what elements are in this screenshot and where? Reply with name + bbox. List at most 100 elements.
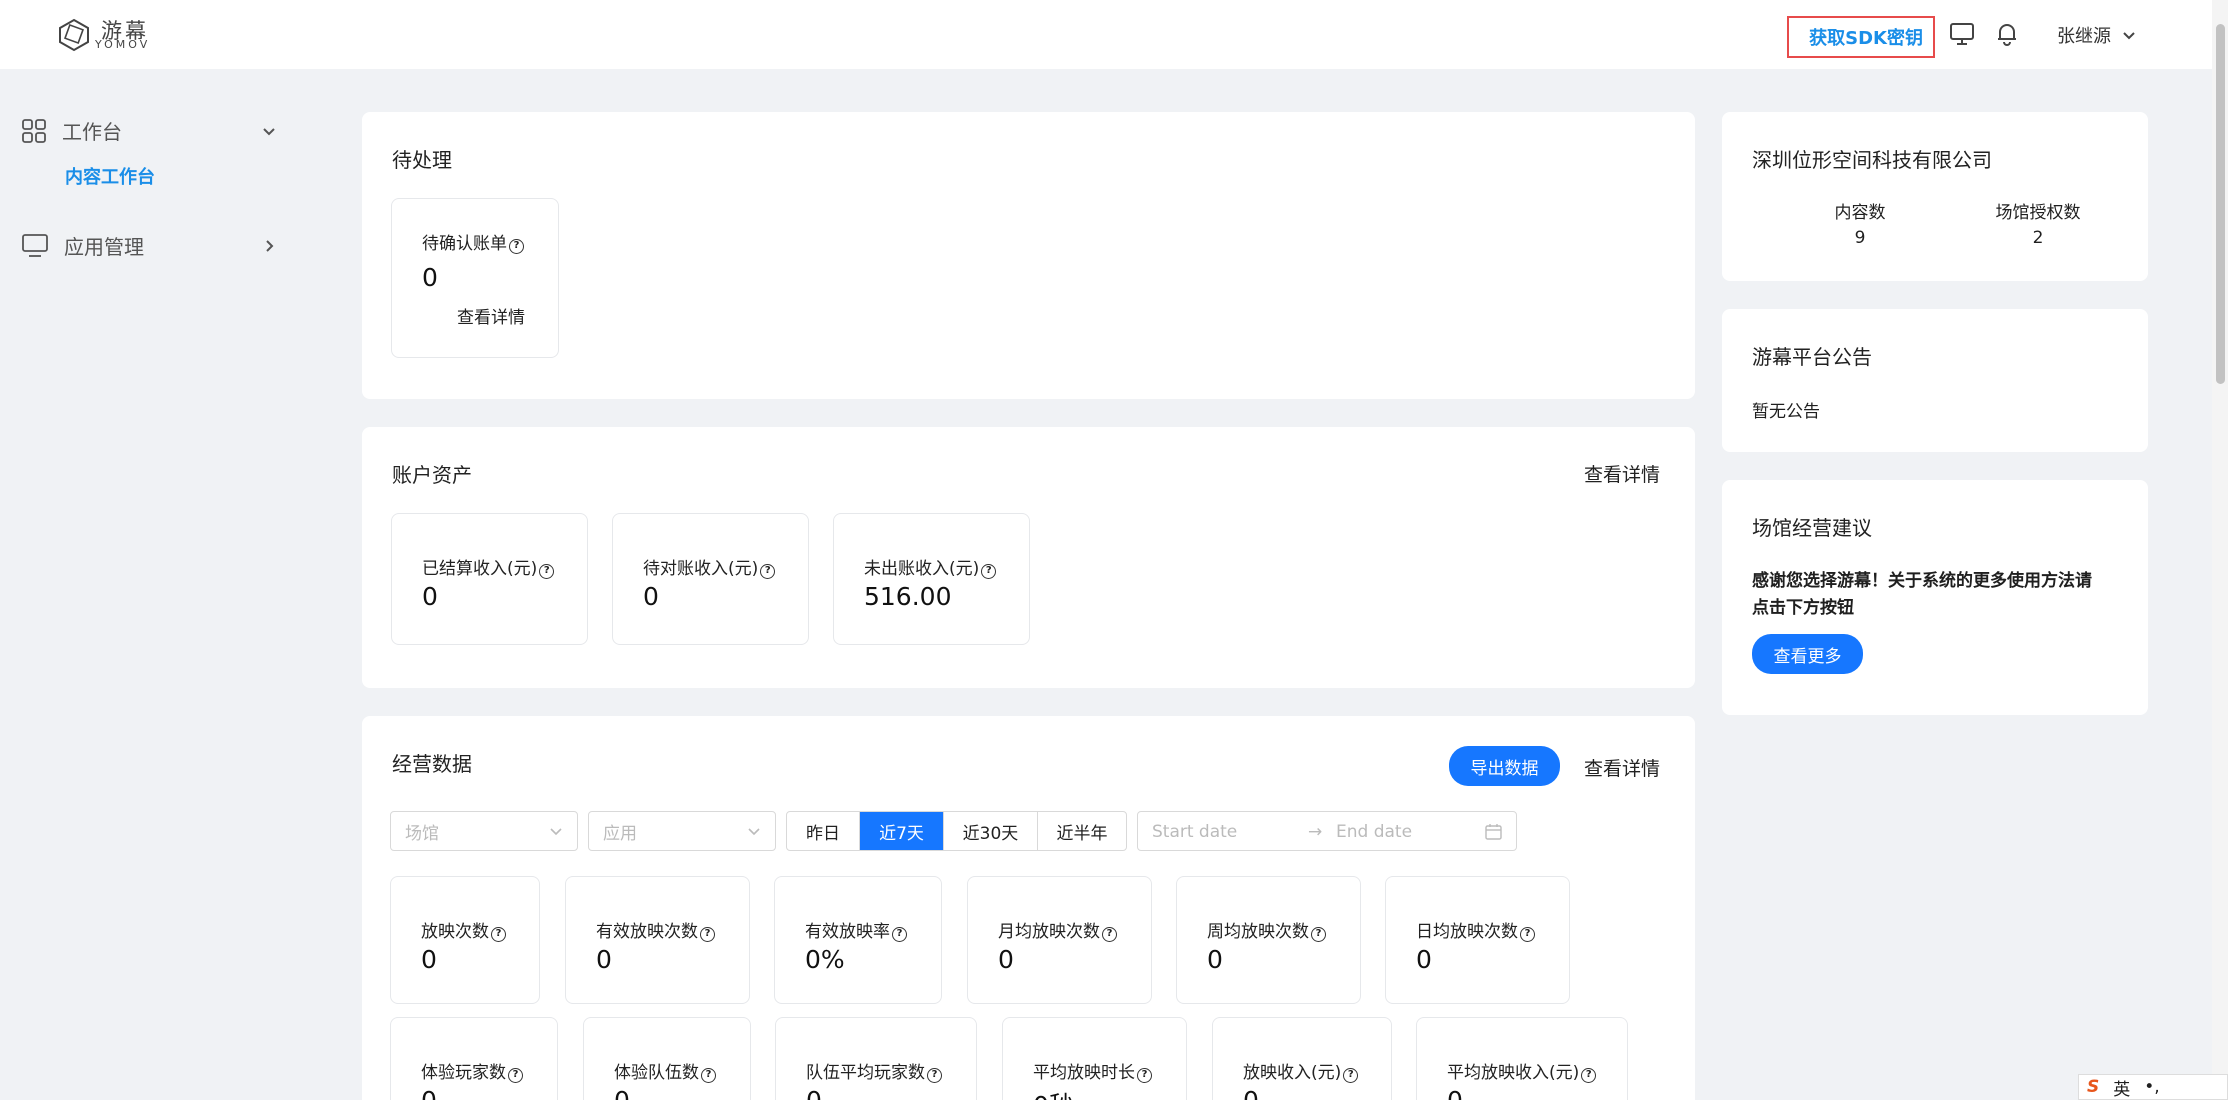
pending-bill-stat: 待确认账单? 0 查看详情 (391, 198, 559, 358)
stat-value: 0 (596, 945, 612, 974)
experience-players-stat: 体验玩家数? 0 (390, 1017, 558, 1100)
stat-label: 待确认账单? (422, 229, 524, 254)
view-more-button[interactable]: 查看更多 (1752, 634, 1863, 674)
pending-title: 待处理 (392, 148, 452, 172)
start-date-input[interactable]: Start date (1152, 822, 1237, 842)
advice-title: 场馆经营建议 (1752, 516, 1872, 540)
help-icon[interactable]: ? (701, 1068, 716, 1083)
venue-select[interactable]: 场馆 (390, 811, 578, 851)
chevron-down-icon (550, 828, 562, 836)
assets-view-details-link[interactable]: 查看详情 (1584, 460, 1660, 487)
help-icon[interactable]: ? (927, 1068, 942, 1083)
help-icon[interactable]: ? (539, 564, 555, 579)
help-icon[interactable]: ? (491, 927, 506, 942)
help-icon[interactable]: ? (1137, 1068, 1152, 1083)
stat-value: 0% (805, 945, 845, 974)
scrollbar-thumb[interactable] (2216, 24, 2225, 384)
business-title: 经营数据 (392, 752, 472, 776)
help-icon[interactable]: ? (1520, 927, 1535, 942)
screening-income-stat: 放映收入(元)? 0 (1212, 1017, 1392, 1100)
venue-auth-value: 2 (2032, 228, 2044, 248)
help-icon[interactable]: ? (892, 927, 907, 942)
stat-value: 0 (422, 263, 438, 292)
help-icon[interactable]: ? (700, 927, 715, 942)
sidebar-item-label: 应用管理 (64, 235, 144, 259)
date-range-segmented: 昨日 近7天 近30天 近半年 (786, 811, 1127, 851)
stat-value: 0 (422, 582, 438, 611)
stat-label: 已结算收入(元)? (422, 554, 555, 579)
announcement-card: 游幕平台公告 暂无公告 (1722, 309, 2148, 452)
experience-teams-stat: 体验队伍数? 0 (583, 1017, 751, 1100)
stat-value: 0 (1416, 945, 1432, 974)
stat-label: 月均放映次数? (998, 917, 1117, 942)
view-details-link[interactable]: 查看详情 (457, 303, 525, 328)
assets-title: 账户资产 (392, 463, 472, 487)
daily-avg-screening-stat: 日均放映次数? 0 (1385, 876, 1570, 1004)
venue-auth-label: 场馆授权数 (1995, 203, 2081, 223)
calendar-icon (1485, 824, 1502, 840)
announcement-title: 游幕平台公告 (1752, 345, 1872, 369)
stat-label: 平均放映收入(元)? (1447, 1058, 1597, 1083)
range-half-year[interactable]: 近半年 (1038, 812, 1126, 850)
help-icon[interactable]: ? (509, 239, 524, 254)
get-sdk-key-button[interactable]: 获取SDK密钥 (1787, 16, 1935, 58)
stat-value: 0 (1447, 1086, 1463, 1100)
venue-select-placeholder: 场馆 (405, 823, 439, 844)
chevron-down-icon (2123, 32, 2135, 40)
business-view-details-link[interactable]: 查看详情 (1584, 754, 1660, 781)
yomov-logo[interactable]: 游幕 YOMOV (57, 14, 167, 54)
help-icon[interactable]: ? (1581, 1068, 1597, 1083)
chevron-down-icon (263, 127, 275, 135)
venue-advice-card: 场馆经营建议 感谢您选择游幕！关于系统的更多使用方法请 点击下方按钮 查看更多 (1722, 480, 2148, 715)
punctuation-icon[interactable]: •, (2144, 1077, 2159, 1097)
weekly-avg-screening-stat: 周均放映次数? 0 (1176, 876, 1361, 1004)
stat-label: 周均放映次数? (1207, 917, 1326, 942)
help-icon[interactable]: ? (760, 564, 776, 579)
help-icon[interactable]: ? (508, 1068, 523, 1083)
stat-label: 未出账收入(元)? (864, 554, 997, 579)
grid-icon (22, 118, 46, 143)
end-date-input[interactable]: End date (1336, 822, 1412, 842)
stat-value: 0 (806, 1086, 822, 1100)
export-data-button[interactable]: 导出数据 (1449, 746, 1560, 786)
ime-toolbar[interactable]: S 英 •, (2078, 1074, 2228, 1100)
avg-screening-duration-stat: 平均放映时长? 0秒 (1002, 1017, 1187, 1100)
range-7-days[interactable]: 近7天 (860, 812, 944, 850)
page-scrollbar[interactable] (2212, 0, 2228, 1100)
range-yesterday[interactable]: 昨日 (787, 812, 860, 850)
date-range-picker[interactable]: Start date → End date (1137, 811, 1517, 851)
help-icon[interactable]: ? (1311, 927, 1326, 942)
content-count-label: 内容数 (1834, 203, 1886, 223)
stat-value: 0 (421, 1086, 437, 1100)
chevron-right-icon (266, 239, 274, 252)
help-icon[interactable]: ? (981, 564, 997, 579)
sidebar-item-workbench[interactable]: 工作台 (22, 116, 277, 145)
arrow-right-icon: → (1308, 822, 1323, 842)
bell-icon[interactable] (1993, 20, 2021, 48)
top-header: 游幕 YOMOV 获取SDK密钥 张继源 (0, 0, 2228, 69)
range-30-days[interactable]: 近30天 (944, 812, 1038, 850)
stat-label: 体验队伍数? (614, 1058, 716, 1083)
user-menu[interactable]: 张继源 (2057, 22, 2137, 48)
stat-value: 0 (1243, 1086, 1259, 1100)
monitor-icon[interactable] (1948, 20, 1976, 48)
help-icon[interactable]: ? (1343, 1068, 1359, 1083)
help-icon[interactable]: ? (1102, 927, 1117, 942)
app-select[interactable]: 应用 (588, 811, 776, 851)
unbilled-income-stat: 未出账收入(元)? 516.00 (833, 513, 1030, 645)
advice-line-1: 感谢您选择游幕！关于系统的更多使用方法请 (1752, 571, 2092, 591)
chevron-down-icon (748, 828, 760, 836)
sidebar-item-app-management[interactable]: 应用管理 (22, 231, 277, 260)
screening-count-stat: 放映次数? 0 (390, 876, 540, 1004)
stat-label: 放映次数? (421, 917, 506, 942)
monthly-avg-screening-stat: 月均放映次数? 0 (967, 876, 1152, 1004)
stat-label: 队伍平均玩家数? (806, 1058, 942, 1083)
account-assets-card: 账户资产 查看详情 已结算收入(元)? 0 待对账收入(元)? 0 未出账收入(… (362, 427, 1695, 688)
logo-cube-icon (59, 18, 89, 52)
ime-language[interactable]: 英 (2113, 1075, 2130, 1100)
advice-line-2: 点击下方按钮 (1752, 598, 1854, 618)
stat-value: 0 (421, 945, 437, 974)
sidebar-item-content-workbench[interactable]: 内容工作台 (65, 163, 155, 189)
stat-label: 体验玩家数? (421, 1058, 523, 1083)
stat-value: 0 (643, 582, 659, 611)
